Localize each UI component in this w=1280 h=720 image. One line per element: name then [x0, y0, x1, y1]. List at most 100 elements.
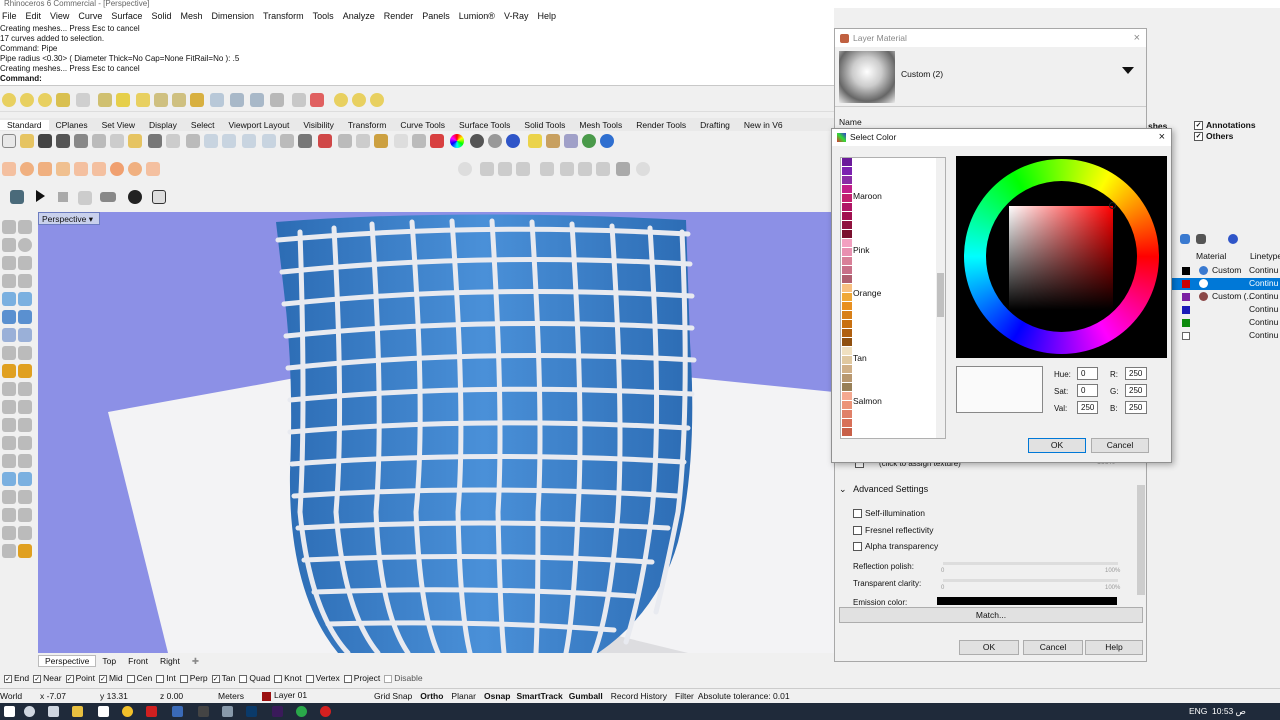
swatch[interactable] [842, 428, 852, 436]
cplane-icon[interactable] [318, 134, 332, 148]
osnap-knot[interactable]: Knot [270, 673, 302, 683]
dialog-titlebar[interactable]: Select Color × [832, 129, 1171, 146]
add-viewport-icon[interactable]: ✚ [186, 656, 205, 667]
rhino-active-icon[interactable] [222, 706, 233, 717]
offset-icon[interactable] [18, 274, 32, 288]
edit-point-icon[interactable] [2, 490, 16, 504]
undo-icon[interactable] [148, 134, 162, 148]
solid-icon[interactable] [596, 162, 610, 176]
polygon-icon[interactable] [38, 162, 52, 176]
ies-light-icon[interactable] [76, 93, 90, 107]
render-icon[interactable] [10, 190, 24, 204]
green-field[interactable]: 250 [1125, 384, 1147, 397]
swatch[interactable] [842, 203, 852, 211]
search-icon[interactable] [24, 706, 35, 717]
column-material[interactable]: Material [1196, 251, 1226, 261]
swatch[interactable] [842, 266, 852, 274]
layer-row[interactable]: Custom (... Continu [1172, 291, 1280, 303]
light-bulb-icon[interactable] [20, 93, 34, 107]
osnap-quad[interactable]: Quad [235, 673, 270, 683]
swatch[interactable] [842, 158, 852, 166]
tab-mesh-tools[interactable]: Mesh Tools [572, 120, 629, 130]
swatch[interactable] [842, 293, 852, 301]
arc-icon[interactable] [2, 256, 16, 270]
osnap-project[interactable]: Project [340, 673, 380, 683]
advanced-settings-header[interactable]: ⌄ Advanced Settings [839, 484, 928, 495]
photoshop-icon[interactable] [246, 706, 257, 717]
dialog-titlebar[interactable]: Layer Material × [835, 29, 1146, 47]
red-field[interactable]: 250 [1125, 367, 1147, 380]
cancel-button[interactable]: Cancel [1091, 438, 1149, 453]
cplane-indicator[interactable]: World [0, 691, 40, 701]
mail-icon[interactable] [98, 706, 109, 717]
mesh-icon[interactable] [2, 328, 16, 342]
lock-icon[interactable] [154, 93, 168, 107]
revit-icon[interactable] [172, 706, 183, 717]
current-layer[interactable]: Layer 01 [262, 690, 374, 701]
tab-standard[interactable]: Standard [0, 119, 49, 130]
tab-select[interactable]: Select [184, 120, 222, 130]
tool-icon[interactable] [2, 526, 16, 540]
texture-icon[interactable] [564, 134, 578, 148]
emission-color-swatch[interactable] [937, 597, 1117, 605]
column-linetype[interactable]: Linetype [1250, 251, 1280, 261]
solid-icon[interactable] [18, 310, 32, 324]
solid-icon[interactable] [578, 162, 592, 176]
swatch[interactable] [842, 419, 852, 427]
file-explorer-icon[interactable] [72, 706, 83, 717]
zoom-icon[interactable] [204, 134, 218, 148]
mesh-icon[interactable] [18, 328, 32, 342]
tab-top[interactable]: Top [96, 656, 122, 666]
rotate-icon[interactable] [2, 400, 16, 414]
sat-field[interactable]: 0 [1077, 384, 1098, 397]
swatch[interactable] [842, 311, 852, 319]
swatch[interactable] [842, 257, 852, 265]
move-icon[interactable] [2, 382, 16, 396]
open-icon[interactable] [20, 134, 34, 148]
color-wheel-icon[interactable] [450, 134, 464, 148]
app-icon[interactable] [296, 706, 307, 717]
swatch[interactable] [842, 347, 852, 355]
array-icon[interactable] [18, 418, 32, 432]
record-icon[interactable] [320, 706, 331, 717]
material-icon[interactable] [546, 134, 560, 148]
command-prompt[interactable]: Command: [0, 74, 834, 84]
box-icon[interactable] [498, 162, 512, 176]
stop-icon[interactable] [58, 192, 68, 202]
zoom-extents-icon[interactable] [242, 134, 256, 148]
toggle-ortho[interactable]: Ortho [420, 691, 443, 701]
grid-icon[interactable] [230, 93, 244, 107]
perspective-viewport[interactable] [38, 212, 834, 653]
boolean-icon[interactable] [2, 472, 16, 486]
rotate-view-icon[interactable] [186, 134, 200, 148]
swatch[interactable] [842, 383, 852, 391]
render-sphere-icon[interactable] [470, 134, 484, 148]
menu-help[interactable]: Help [537, 11, 556, 21]
solid-icon[interactable] [616, 162, 630, 176]
swatch[interactable] [842, 320, 852, 328]
import-icon[interactable] [74, 134, 88, 148]
circle-icon[interactable] [110, 162, 124, 176]
swatch[interactable] [842, 221, 852, 229]
premiere-icon[interactable] [272, 706, 283, 717]
swatch[interactable] [842, 356, 852, 364]
interactive-icon[interactable] [78, 191, 92, 205]
trim-icon[interactable] [2, 436, 16, 450]
tab-new-in-v6[interactable]: New in V6 [737, 120, 790, 130]
tab-visibility[interactable]: Visibility [296, 120, 341, 130]
menu-solid[interactable]: Solid [151, 11, 171, 21]
sun-light-icon[interactable] [136, 93, 150, 107]
bulb-icon[interactable] [334, 93, 348, 107]
tool-icon[interactable] [18, 526, 32, 540]
swatch[interactable] [842, 212, 852, 220]
toggle-osnap[interactable]: Osnap [484, 691, 510, 701]
menu-dimension[interactable]: Dimension [211, 11, 254, 21]
swatch[interactable] [842, 338, 852, 346]
help-button[interactable]: Help [1085, 640, 1143, 655]
swatch[interactable] [842, 185, 852, 193]
edit-point-icon[interactable] [18, 490, 32, 504]
swatch[interactable] [842, 410, 852, 418]
toggle-gumball[interactable]: Gumball [569, 691, 603, 701]
swatch[interactable] [842, 284, 852, 292]
swatch[interactable] [842, 248, 852, 256]
